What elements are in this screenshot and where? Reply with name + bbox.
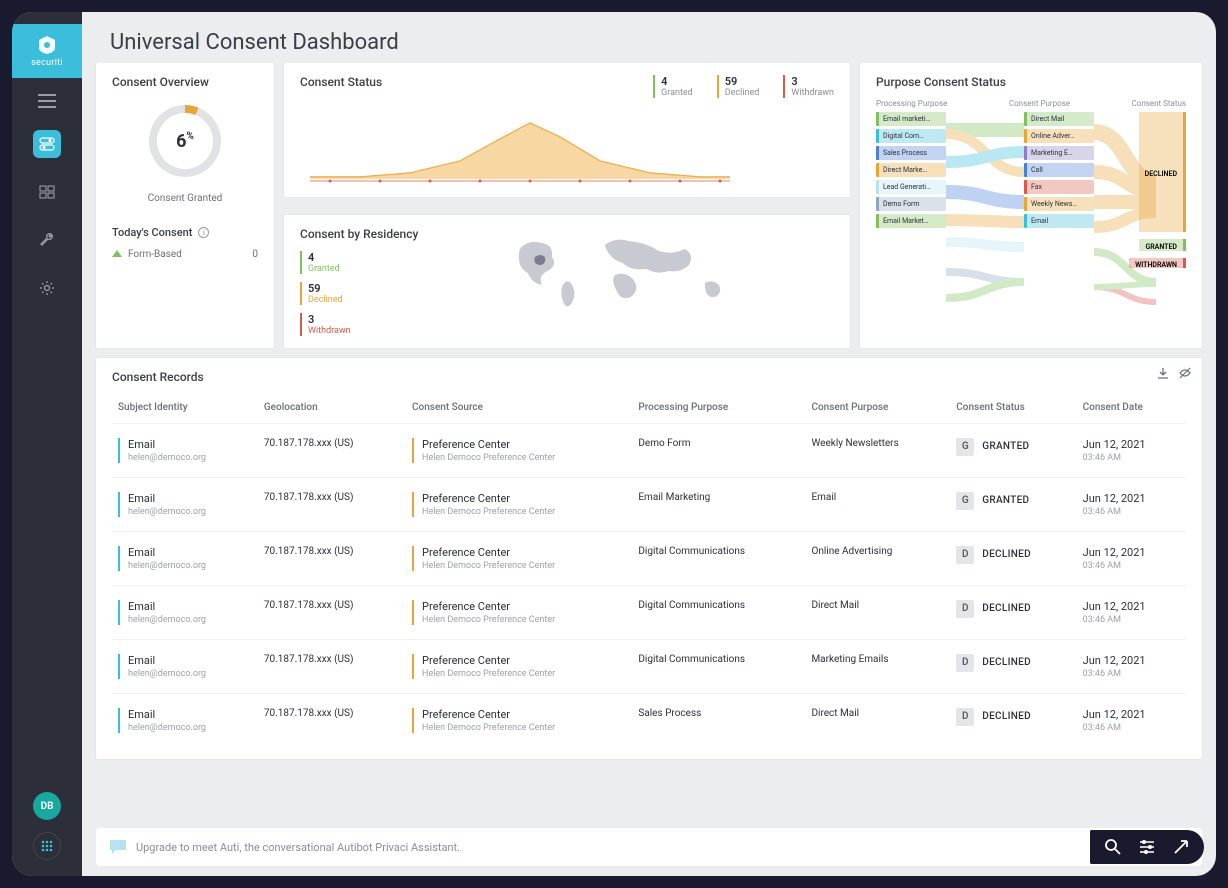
sankey-status-node: DECLINED (1139, 112, 1186, 232)
purpose-title: Purpose Consent Status (876, 75, 1186, 89)
column-header[interactable]: Subject Identity (112, 394, 258, 424)
legend-item: 59Declined (300, 282, 418, 305)
gauge-label: Consent Granted (148, 193, 223, 204)
records-table: Subject IdentityGeolocationConsent Sourc… (112, 394, 1186, 747)
column-header[interactable]: Consent Source (406, 394, 632, 424)
gear-icon (39, 280, 55, 296)
wrench-icon (39, 232, 55, 248)
column-header[interactable]: Consent Date (1077, 394, 1186, 424)
purpose-card: Purpose Consent Status Processing Purpos… (860, 63, 1202, 348)
sankey-header-mid: Consent Purpose (1009, 99, 1070, 108)
sankey-node: Digital Com… (876, 129, 946, 143)
table-row[interactable]: Emailhelen@democo.org70.187.178.xxx (US)… (112, 640, 1186, 694)
nav-tools[interactable] (33, 226, 61, 254)
sankey-header-left: Processing Purpose (876, 99, 947, 108)
records-card: Consent Records Subject IdentityGeolocat… (96, 358, 1202, 759)
table-row[interactable]: Emailhelen@democo.org70.187.178.xxx (US)… (112, 532, 1186, 586)
sidebar: securiti DB (12, 12, 82, 876)
gauge-value: 6 (176, 131, 186, 152)
side-nav (33, 130, 61, 302)
sankey-node: Marketing E… (1024, 146, 1094, 160)
status-title: Consent Status (300, 75, 382, 89)
assistant-bar[interactable]: Upgrade to meet Auti, the conversational… (96, 828, 1202, 866)
nav-settings[interactable] (33, 274, 61, 302)
sankey-diagram: Email marketi… Digital Com… Sales Process D… (876, 112, 1186, 318)
sliders-icon[interactable] (1138, 838, 1156, 856)
sankey-status-node: GRANTED (1139, 239, 1186, 251)
residency-title: Consent by Residency (300, 227, 418, 241)
sankey-node: Email Market… (876, 214, 946, 228)
formbased-value: 0 (252, 249, 258, 260)
legend-item: 4Granted (300, 251, 418, 274)
legend-item: 3Withdrawn (783, 75, 834, 98)
sankey-node: Fax (1024, 180, 1094, 194)
sankey-status-node: WITHDRAWN (1129, 258, 1186, 268)
records-title: Consent Records (112, 370, 1186, 384)
table-row[interactable]: Emailhelen@democo.org70.187.178.xxx (US)… (112, 424, 1186, 478)
overview-title: Consent Overview (112, 75, 258, 89)
status-area-chart (300, 109, 740, 185)
gauge-unit: % (186, 131, 193, 142)
arrow-icon[interactable] (1172, 838, 1190, 856)
sankey-node: Weekly News… (1024, 197, 1094, 211)
overview-card: Consent Overview 6% Consent Granted Toda… (96, 63, 274, 348)
sankey-node: Lead Generati… (876, 180, 946, 194)
legend-item: 3Withdrawn (300, 313, 418, 336)
user-avatar[interactable]: DB (33, 792, 61, 820)
apps-grid-icon (40, 839, 54, 853)
formbased-label: Form-Based (128, 249, 182, 260)
sankey-node: Email marketi… (876, 112, 946, 126)
toggle-icon (39, 137, 55, 151)
status-legend: 4Granted 59Declined 3Withdrawn (653, 75, 834, 98)
nav-consent[interactable] (33, 130, 61, 158)
trend-up-icon (112, 250, 122, 257)
column-header[interactable]: Geolocation (258, 394, 406, 424)
sankey-header-right: Consent Status (1132, 99, 1186, 108)
residency-card: Consent by Residency 4Granted 59Declined 3… (284, 215, 850, 348)
consent-gauge: 6% (149, 105, 221, 177)
apps-menu[interactable] (33, 832, 61, 860)
today-consent-label: Today's Consent (112, 226, 192, 239)
securiti-logo-icon (35, 34, 59, 56)
brand-name: securiti (31, 58, 63, 68)
table-row[interactable]: Emailhelen@democo.org70.187.178.xxx (US)… (112, 694, 1186, 748)
download-icon[interactable] (1156, 366, 1170, 380)
status-card: Consent Status 4Granted 59Declined 3Withdr… (284, 63, 850, 197)
legend-item: 59Declined (717, 75, 760, 98)
sankey-node: Sales Process (876, 146, 946, 160)
column-header[interactable]: Processing Purpose (632, 394, 805, 424)
visibility-off-icon[interactable] (1178, 366, 1192, 380)
tool-strip (1090, 830, 1204, 864)
assistant-prompt: Upgrade to meet Auti, the conversational… (136, 841, 460, 854)
hamburger-icon (38, 94, 56, 108)
menu-toggle[interactable] (38, 94, 56, 108)
nav-data[interactable] (33, 178, 61, 206)
chat-icon (108, 838, 128, 856)
info-icon[interactable]: i (198, 227, 209, 238)
world-map (436, 227, 834, 327)
grid-icon (39, 185, 55, 199)
sankey-node: Demo Form (876, 197, 946, 211)
sankey-node: Direct Mail (1024, 112, 1094, 126)
brand-logo[interactable]: securiti (12, 24, 82, 78)
table-row[interactable]: Emailhelen@democo.org70.187.178.xxx (US)… (112, 586, 1186, 640)
legend-item: 4Granted (653, 75, 693, 98)
sankey-node: Online Adver… (1024, 129, 1094, 143)
page-title: Universal Consent Dashboard (110, 30, 1188, 55)
sankey-node: Email (1024, 214, 1094, 228)
search-icon[interactable] (1104, 838, 1122, 856)
column-header[interactable]: Consent Status (950, 394, 1076, 424)
sankey-node: Direct Marke… (876, 163, 946, 177)
column-header[interactable]: Consent Purpose (805, 394, 950, 424)
table-row[interactable]: Emailhelen@democo.org70.187.178.xxx (US)… (112, 478, 1186, 532)
sankey-node: Call (1024, 163, 1094, 177)
